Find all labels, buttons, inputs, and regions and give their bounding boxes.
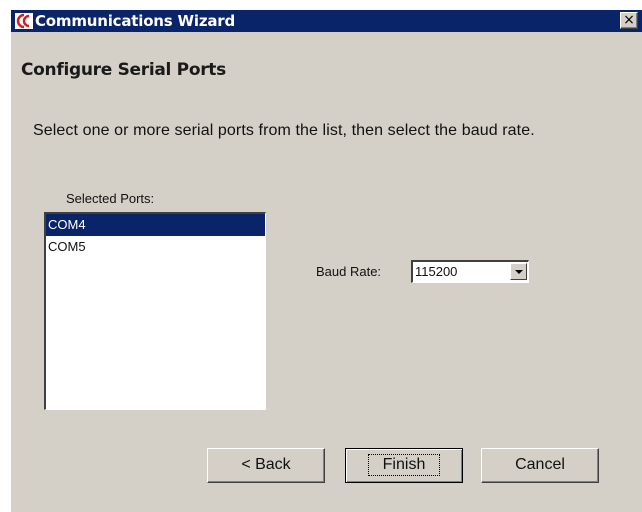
cancel-button[interactable]: Cancel [481, 448, 599, 483]
ports-listbox[interactable]: COM4 COM5 [44, 212, 266, 410]
app-logo-icon [15, 13, 33, 29]
list-item[interactable]: COM5 [46, 236, 265, 258]
back-button[interactable]: < Back [207, 448, 325, 483]
finish-button[interactable]: Finish [345, 448, 463, 483]
close-button[interactable]: × [620, 12, 638, 29]
selected-ports-label: Selected Ports: [66, 191, 155, 206]
finish-button-label: Finish [367, 454, 441, 476]
baud-rate-select[interactable]: 115200 [411, 260, 529, 283]
chevron-down-icon [515, 270, 523, 274]
baud-rate-label: Baud Rate: [316, 264, 382, 279]
close-icon: × [623, 12, 635, 28]
list-item[interactable]: COM4 [46, 214, 265, 236]
baud-rate-dropdown-button[interactable] [510, 263, 527, 280]
page-title: Configure Serial Ports [21, 60, 226, 80]
wizard-window: Communications Wizard × Configure Serial… [10, 9, 642, 512]
window-title: Communications Wizard [35, 12, 236, 30]
title-bar[interactable]: Communications Wizard × [11, 10, 642, 32]
baud-rate-value: 115200 [415, 264, 458, 279]
instruction-text: Select one or more serial ports from the… [33, 122, 535, 139]
